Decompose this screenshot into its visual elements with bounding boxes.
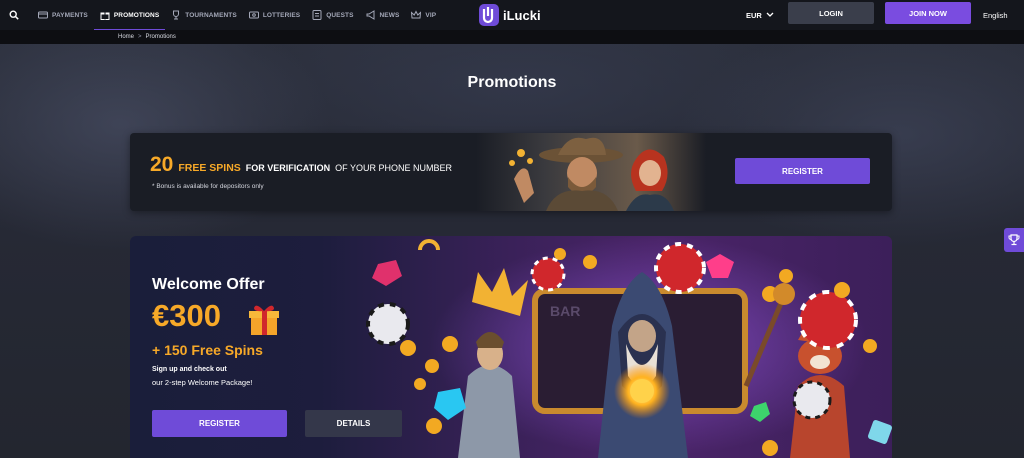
crown-icon (411, 10, 422, 20)
brand-logo[interactable]: iLucki (478, 2, 541, 28)
register-button[interactable]: REGISTER (735, 158, 870, 184)
promo-note: * Bonus is available for depositors only (152, 183, 264, 190)
join-now-button[interactable]: JOIN NOW (885, 2, 971, 24)
search-icon[interactable] (4, 0, 24, 30)
promo-spins: FREE SPINS (178, 162, 241, 174)
nav-label: PROMOTIONS (113, 11, 160, 19)
nav-item-news[interactable]: NEWS (360, 0, 406, 30)
breadcrumb-bar: Home > Promotions (0, 30, 1024, 44)
nav-item-promotions[interactable]: PROMOTIONS (93, 0, 166, 31)
nav-item-lotteries[interactable]: LOTTERIES (243, 0, 306, 30)
trophy-icon (1008, 234, 1020, 246)
breadcrumb-current: Promotions (145, 34, 176, 40)
page-title: Promotions (467, 74, 557, 91)
breadcrumb-home[interactable]: Home (118, 34, 134, 40)
promo-for-verification: FOR VERIFICATION (245, 163, 331, 173)
welcome-offer-promo: BAR Welcome Offer €300 + 150 Free Spins … (130, 236, 892, 458)
top-navigation-bar: PAYMENTS PROMOTIONS TOURNAMENTS LOTTERIE… (0, 0, 1024, 31)
phone-verification-promo: 20 FREE SPINS FOR VERIFICATION OF YOUR P… (130, 133, 892, 211)
nav-item-quests[interactable]: QUESTS (306, 0, 359, 30)
promo-rest: OF YOUR PHONE NUMBER (335, 163, 452, 173)
welcome-register-button[interactable]: REGISTER (152, 410, 287, 437)
nav-item-tournaments[interactable]: TOURNAMENTS (165, 0, 243, 30)
quests-icon (312, 10, 322, 20)
login-button[interactable]: LOGIN (788, 2, 874, 24)
welcome-spins: + 150 Free Spins (152, 342, 263, 358)
main-nav: PAYMENTS PROMOTIONS TOURNAMENTS LOTTERIE… (32, 0, 442, 31)
nav-item-vip[interactable]: VIP (405, 0, 442, 30)
chevron-down-icon (766, 12, 774, 17)
brand-name: iLucki (503, 7, 541, 23)
nav-label: TOURNAMENTS (185, 11, 237, 19)
gift-box-icon (249, 305, 279, 335)
welcome-details-button[interactable]: DETAILS (305, 410, 402, 437)
nav-label: NEWS (379, 11, 400, 19)
welcome-title: Welcome Offer (152, 276, 265, 293)
nav-label: LOTTERIES (262, 11, 301, 19)
nav-label: VIP (425, 11, 437, 19)
lottery-icon (248, 10, 259, 20)
ilucki-logo-icon (479, 4, 499, 26)
adventurer-characters-illustration (476, 133, 706, 211)
nav-label: PAYMENTS (52, 11, 88, 19)
payments-icon (38, 10, 48, 20)
trophy-icon (171, 10, 181, 20)
megaphone-icon (366, 10, 376, 20)
nav-label: QUESTS (326, 11, 354, 19)
welcome-description-line2: our 2-step Welcome Package! (152, 378, 253, 387)
wizard-casino-illustration: BAR (366, 236, 892, 458)
nav-item-payments[interactable]: PAYMENTS (32, 0, 94, 30)
language-selector[interactable]: English (983, 0, 1008, 30)
promo-amount: 20 (150, 153, 174, 176)
currency-selector[interactable]: EUR (746, 0, 774, 30)
promo-heading: 20 FREE SPINS FOR VERIFICATION OF YOUR P… (150, 153, 452, 177)
welcome-amount: €300 (152, 298, 221, 333)
welcome-description-line1: Sign up and check out (152, 366, 227, 373)
gift-icon (100, 10, 110, 20)
tournaments-side-tab[interactable] (1004, 228, 1024, 252)
svg-text:BAR: BAR (550, 303, 580, 319)
currency-label: EUR (746, 10, 762, 20)
breadcrumb-separator: > (138, 34, 142, 40)
breadcrumb: Home > Promotions (118, 30, 176, 44)
